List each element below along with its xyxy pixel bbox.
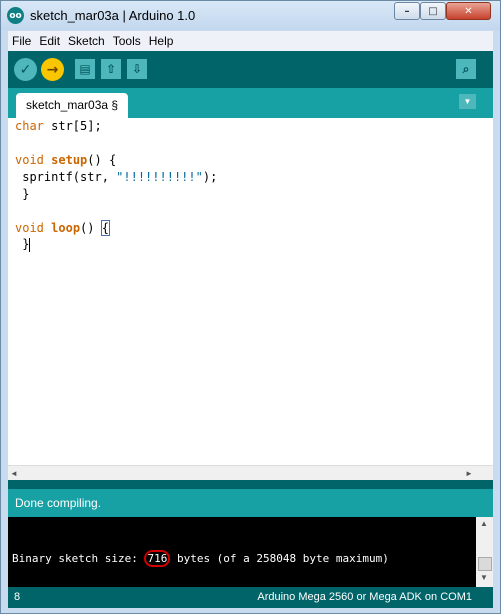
scroll-up-icon[interactable]: ▲ xyxy=(480,519,488,528)
new-file-icon: ▤ xyxy=(79,62,91,76)
board-port-info: Arduino Mega 2560 or Mega ADK on COM1 xyxy=(257,591,472,603)
serial-monitor-button[interactable]: ⌕ xyxy=(456,59,476,79)
status-bar: Done compiling. xyxy=(8,489,493,517)
code-text: } xyxy=(15,237,30,251)
minimize-button[interactable]: – xyxy=(394,2,420,20)
verify-button[interactable]: ✓ xyxy=(14,58,37,81)
code-line-3: void setup() { xyxy=(15,153,116,169)
close-button[interactable]: ✕ xyxy=(446,2,491,20)
arrow-right-icon: → xyxy=(46,61,59,78)
arduino-logo-icon: oo xyxy=(7,7,24,24)
footer-bar: 8 Arduino Mega 2560 or Mega ADK on COM1 xyxy=(8,587,493,608)
scrollbar-thumb[interactable] xyxy=(478,557,492,571)
console-text-after: bytes (of a 258048 byte maximum) xyxy=(170,552,389,565)
code-line-4: sprintf(str, "!!!!!!!!!!"); xyxy=(15,170,217,186)
code-function-name: setup xyxy=(51,153,88,167)
tab-strip: sketch_mar03a § ▼ xyxy=(8,88,493,118)
console-line: Binary sketch size: 716 bytes (of a 2580… xyxy=(12,550,389,567)
checkmark-icon: ✓ xyxy=(19,61,32,78)
scroll-right-icon[interactable]: ► xyxy=(465,469,473,478)
arrow-up-icon: ⇧ xyxy=(105,62,117,76)
arduino-ide-window: oo sketch_mar03a | Arduino 1.0 – □ ✕ Fil… xyxy=(0,0,501,614)
chevron-down-icon: ▼ xyxy=(463,97,472,106)
code-keyword: char xyxy=(15,119,44,133)
scroll-left-icon[interactable]: ◄ xyxy=(10,469,18,478)
upload-button[interactable]: → xyxy=(41,58,64,81)
code-function-name: loop xyxy=(51,221,81,235)
matched-brace: { xyxy=(100,220,111,236)
code-text: () xyxy=(80,221,102,235)
title-bar[interactable]: oo sketch_mar03a | Arduino 1.0 – □ ✕ xyxy=(1,1,500,30)
code-line-8: } xyxy=(15,237,31,253)
menu-bar: File Edit Sketch Tools Help xyxy=(8,31,493,51)
console-text-before: Binary sketch size: xyxy=(12,552,145,565)
console-output: Binary sketch size: 716 bytes (of a 2580… xyxy=(8,517,476,587)
code-string: "!!!!!!!!!!" xyxy=(116,170,203,184)
window-title: sketch_mar03a | Arduino 1.0 xyxy=(30,8,196,23)
console-vertical-scrollbar[interactable]: ▲ ▼ xyxy=(476,517,493,587)
text-cursor xyxy=(29,237,31,252)
open-sketch-button[interactable]: ⇧ xyxy=(101,59,121,79)
code-text: () { xyxy=(87,153,117,167)
code-line-1: char str[5]; xyxy=(15,119,102,135)
new-sketch-button[interactable]: ▤ xyxy=(75,59,95,79)
code-editor[interactable]: char str[5]; void setup() { sprintf(str,… xyxy=(8,118,493,465)
menu-file[interactable]: File xyxy=(8,31,35,51)
magnifier-icon: ⌕ xyxy=(462,61,470,76)
binary-size-value: 716 xyxy=(144,550,171,567)
toolbar: ✓ → ▤ ⇧ ⇩ ⌕ xyxy=(8,51,493,88)
tab-menu-button[interactable]: ▼ xyxy=(459,94,476,109)
code-text: } xyxy=(15,187,30,201)
code-text: str[5]; xyxy=(43,119,102,133)
code-line-7: void loop() { xyxy=(15,220,111,237)
menu-help[interactable]: Help xyxy=(145,31,178,51)
editor-console-divider[interactable] xyxy=(8,480,493,489)
menu-tools[interactable]: Tools xyxy=(109,31,145,51)
tab-sketch-mar03a[interactable]: sketch_mar03a § xyxy=(16,93,129,118)
code-text: sprintf(str, xyxy=(15,170,117,184)
status-message: Done compiling. xyxy=(15,496,102,510)
arrow-down-icon: ⇩ xyxy=(131,62,143,76)
menu-edit[interactable]: Edit xyxy=(35,31,64,51)
code-line-5: } xyxy=(15,187,29,203)
code-keyword: void xyxy=(15,221,44,235)
save-sketch-button[interactable]: ⇩ xyxy=(127,59,147,79)
menu-sketch[interactable]: Sketch xyxy=(64,31,109,51)
code-keyword: void xyxy=(15,153,44,167)
maximize-button[interactable]: □ xyxy=(420,2,446,20)
scroll-down-icon[interactable]: ▼ xyxy=(480,573,488,582)
code-text: ); xyxy=(202,170,218,184)
line-number: 8 xyxy=(14,591,21,603)
editor-horizontal-scrollbar[interactable]: ◄ ► xyxy=(8,465,493,481)
